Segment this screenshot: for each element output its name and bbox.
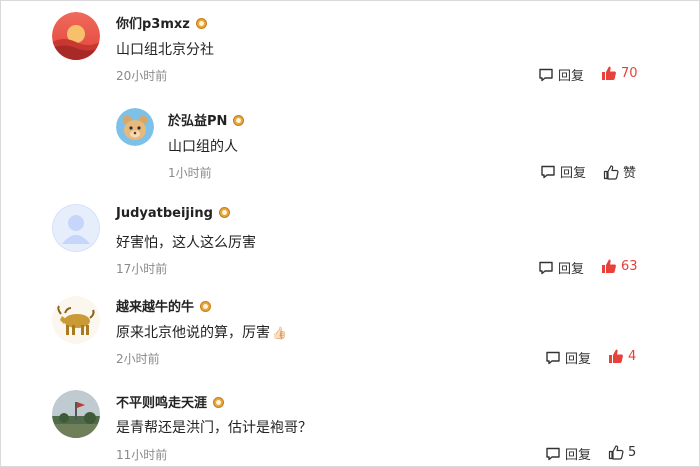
reply-button[interactable]: 回复 (540, 162, 586, 181)
username[interactable]: 於弘益PN (168, 110, 245, 129)
like-button[interactable]: 5 (608, 444, 636, 460)
timestamp: 2小时前 (116, 352, 160, 366)
like-button[interactable]: 63 (601, 258, 638, 274)
thumbs-up-icon (602, 66, 616, 80)
comment-text: 原来北京他说的算，厉害 👍🏻 (116, 325, 287, 341)
verified-badge-icon (213, 397, 225, 408)
comment-bubble-icon (546, 351, 560, 364)
like-button[interactable]: 4 (608, 348, 636, 364)
thumbs-up-icon (608, 445, 624, 460)
comment-bubble-icon (546, 447, 560, 460)
comment-text: 是青帮还是洪门，估计是袍哥？ (116, 420, 312, 436)
avatar[interactable] (52, 390, 100, 438)
reply-label: 回复 (565, 352, 592, 367)
comment-bubble-icon (539, 68, 553, 81)
username[interactable]: 你们p3mxz (116, 13, 207, 32)
thumbs-up-emoji: 👍🏻 (272, 326, 287, 340)
reply-button[interactable]: 回复 (545, 444, 591, 463)
avatar[interactable] (52, 296, 100, 344)
comment-text: 山口组北京分社 (116, 42, 214, 58)
verified-badge-icon (233, 115, 245, 126)
comment-bubble-icon (541, 165, 555, 178)
like-button[interactable]: 赞 (603, 162, 636, 181)
username[interactable]: Judyatbeijing (116, 206, 230, 221)
like-count: 4 (628, 348, 637, 364)
reply-button[interactable]: 回复 (545, 348, 591, 367)
verified-badge-icon (200, 301, 212, 312)
like-label: 赞 (623, 166, 637, 181)
like-count: 5 (628, 444, 637, 460)
verified-badge-icon (218, 207, 230, 218)
verified-badge-icon (195, 18, 207, 29)
thumbs-up-icon (609, 349, 623, 363)
reply-label: 回复 (560, 166, 587, 181)
timestamp: 1小时前 (168, 166, 212, 180)
comment-text: 山口组的人 (168, 139, 238, 155)
reply-button[interactable]: 回复 (538, 65, 584, 84)
like-count: 63 (621, 258, 638, 274)
avatar[interactable] (116, 108, 154, 146)
reply-label: 回复 (558, 69, 585, 84)
username[interactable]: 越来越牛的牛 (116, 296, 212, 315)
reply-label: 回复 (565, 448, 592, 463)
reply-button[interactable]: 回复 (538, 258, 584, 277)
thumbs-up-icon (603, 164, 619, 180)
reply-label: 回复 (558, 262, 585, 277)
like-count: 70 (621, 65, 638, 81)
thumbs-up-icon (602, 259, 616, 273)
comment-bubble-icon (539, 261, 553, 274)
timestamp: 17小时前 (116, 262, 168, 276)
avatar[interactable] (52, 12, 100, 60)
avatar[interactable] (52, 204, 100, 252)
timestamp: 11小时前 (116, 448, 168, 462)
timestamp: 20小时前 (116, 69, 168, 83)
comment-panel (0, 0, 700, 467)
like-button[interactable]: 70 (601, 65, 638, 81)
comment-text: 好害怕，这人这么厉害 (116, 235, 256, 251)
username[interactable]: 不平则鸣走天涯 (116, 392, 225, 411)
